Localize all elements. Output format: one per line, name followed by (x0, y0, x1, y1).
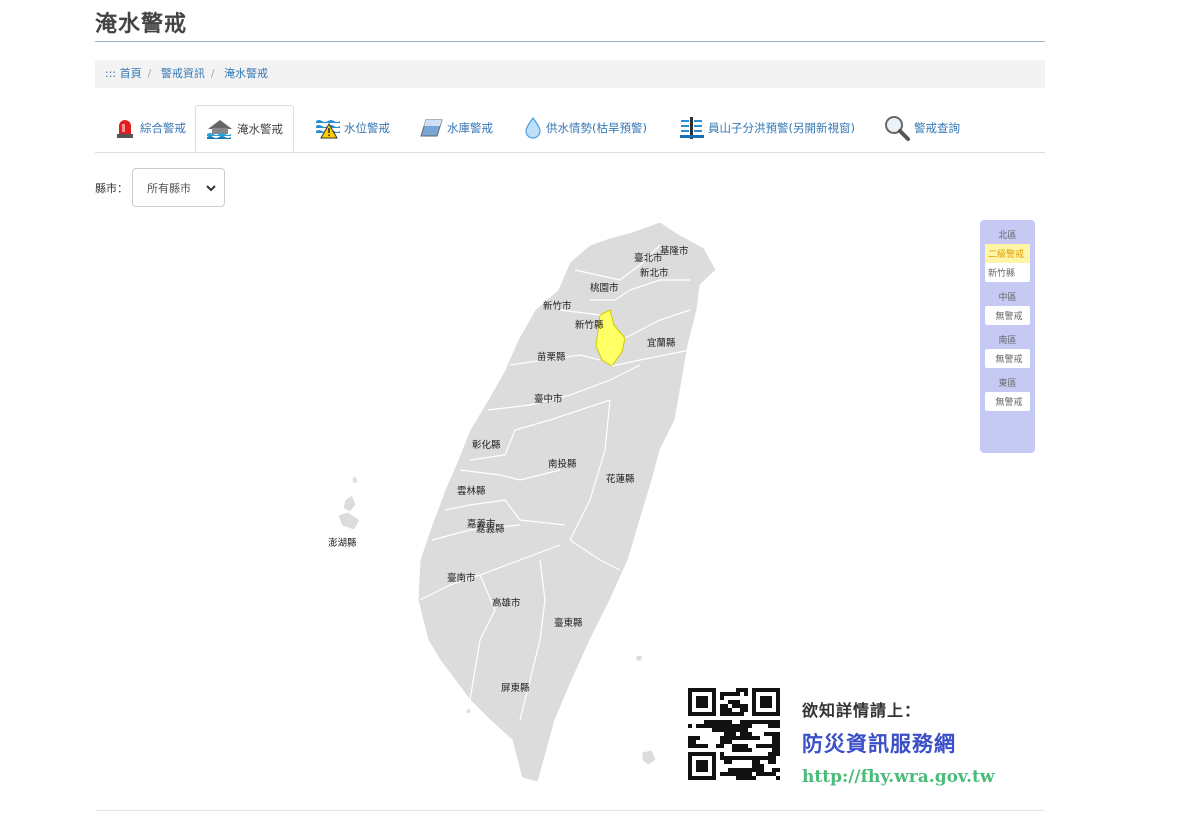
legend-central-title: 中區 (998, 293, 1017, 303)
legend-south-value: 無警戒 (995, 355, 1023, 365)
map-label-taoyuan: 桃園市 (590, 282, 619, 294)
map-label-taichung: 臺中市 (534, 393, 563, 405)
promo-url-link[interactable]: http://fhy.wra.gov.tw (802, 767, 995, 787)
green-island (635, 654, 643, 662)
map-label-nantou: 南投縣 (548, 458, 577, 470)
penghu-islands (342, 494, 357, 513)
map-label-changhua: 彰化縣 (472, 439, 501, 451)
legend-central-box: 無警戒 (985, 306, 1030, 325)
map-label-hsinchu-county: 新竹縣 (575, 319, 604, 331)
promo-line1: 欲知詳情請上： (802, 701, 922, 720)
map-label-kaohsiung: 高雄市 (492, 597, 521, 609)
map-label-pingtung: 屏東縣 (501, 682, 530, 694)
legend-north-title: 北區 (998, 231, 1017, 241)
legend-south-title: 南區 (998, 336, 1017, 346)
map-label-keelung: 基隆市 (660, 245, 689, 257)
map-label-chiayi-county: 嘉義縣 (476, 523, 505, 535)
legend-north-box: 二級警戒 新竹縣 (985, 244, 1030, 282)
legend-central-value: 無警戒 (995, 312, 1023, 322)
map-label-newtaipei: 新北市 (640, 267, 669, 279)
map-label-hualien: 花蓮縣 (606, 473, 635, 485)
map-label-miaoli: 苗栗縣 (537, 352, 566, 363)
qr-code-icon[interactable] (688, 688, 780, 780)
penghu-islands (351, 475, 359, 485)
legend-south-box: 無警戒 (985, 349, 1030, 368)
map-label-yilan: 宜蘭縣 (647, 337, 676, 349)
liuqiu-island (465, 707, 472, 715)
map-label-hsinchu-city: 新竹市 (543, 300, 572, 312)
legend-north-county[interactable]: 新竹縣 (985, 263, 1030, 282)
map-label-penghu: 澎湖縣 (328, 537, 357, 549)
map-label-yunlin: 雲林縣 (457, 485, 486, 497)
legend-east-box: 無警戒 (985, 392, 1030, 411)
legend-east-value: 無警戒 (995, 398, 1023, 408)
legend-east-title: 東區 (998, 379, 1017, 389)
promo-service-name[interactable]: 防災資訊服務網 (802, 728, 956, 758)
legend-north-level: 二級警戒 (985, 244, 1030, 263)
map-label-tainan: 臺南市 (447, 572, 476, 584)
penghu-islands (337, 511, 361, 531)
footer-divider (95, 810, 1045, 811)
orchid-island (641, 749, 657, 766)
map-label-taipei: 臺北市 (634, 252, 663, 264)
region-warning-legend: 北區 二級警戒 新竹縣 中區 無警戒 南區 無警戒 東區 無警戒 (980, 220, 1035, 453)
map-label-taitung: 臺東縣 (554, 617, 583, 629)
